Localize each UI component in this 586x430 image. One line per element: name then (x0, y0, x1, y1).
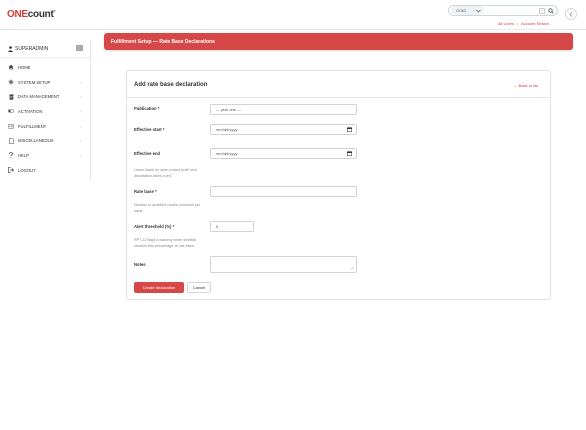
effective-start-date-input[interactable]: mm/dd/yyyy (210, 124, 357, 135)
create-declaration-button[interactable]: Create declaration (134, 282, 184, 293)
hamburger-icon (76, 45, 83, 51)
rate-base-help-text: Number of qualified copies promised per … (134, 203, 201, 213)
sidebar-toggle-button[interactable] (76, 45, 83, 51)
shortcut-key-hint: / (539, 7, 545, 14)
chevron-left-icon (569, 11, 573, 17)
sidebar-item-label: SYSTEM SETUP (18, 79, 51, 85)
publication-select-value: — pick one — (216, 107, 242, 112)
global-search: GOID / (448, 5, 558, 16)
calendar-icon[interactable] (347, 151, 352, 156)
search-icon (548, 7, 555, 14)
alert-threshold-input[interactable]: 5 (210, 221, 254, 232)
home-icon (8, 64, 14, 70)
sidebar-item-system-setup[interactable]: SYSTEM SETUP › (0, 75, 90, 90)
sidebar-user-name: SUPERADMIN (15, 46, 49, 52)
sidebar-item-label: MISCELLANEOUS (18, 138, 54, 144)
sidebar-item-help[interactable]: HELP › (0, 148, 90, 163)
effective-start-date-value: mm/dd/yyyy (216, 127, 238, 132)
alert-threshold-value: 5 (216, 224, 219, 229)
effective-start-label: Effective start * (134, 127, 165, 132)
sidebar-item-label: HELP (18, 152, 29, 158)
database-icon (8, 93, 14, 100)
search-type-select[interactable]: GOID (451, 6, 485, 15)
chevron-down-icon (476, 9, 481, 13)
effective-end-help-text: Leave blank for open-ended (until next d… (134, 168, 197, 178)
sidebar-item-label: ACTIVATION (18, 108, 43, 114)
sidebar-divider (0, 57, 90, 58)
sidebar-item-activation[interactable]: ACTIVATION › (0, 104, 90, 119)
effective-end-date-value: mm/dd/yyyy (216, 151, 238, 156)
sidebar-item-fulfillment[interactable]: FULFILLMENT › (0, 119, 90, 134)
chevron-right-icon: › (79, 123, 81, 129)
search-input[interactable] (484, 6, 540, 15)
toggle-icon (8, 108, 14, 114)
sidebar-item-label: FULFILLMENT (18, 123, 47, 129)
publication-select[interactable]: — pick one — (210, 104, 357, 115)
header-links: All Users | Account Search (498, 21, 549, 26)
card-header: Add rate base declaration ← Back to list (127, 71, 550, 98)
effective-end-date-input[interactable]: mm/dd/yyyy (210, 148, 357, 159)
sidebar-item-home[interactable]: HOME (0, 60, 90, 75)
sidebar-item-miscellaneous[interactable]: MISCELLANEOUS › (0, 133, 90, 148)
file-icon (8, 137, 14, 144)
page-title-bar: Fulfillment Setup — Rate Base Declaratio… (104, 33, 573, 50)
sidebar-user[interactable]: SUPERADMIN (8, 46, 48, 52)
cancel-button[interactable]: Cancel (187, 282, 211, 293)
sidebar: SUPERADMIN HOME SYSTEM SETUP › DATA MANA… (0, 40, 91, 180)
chevron-right-icon: › (79, 109, 81, 115)
sidebar-item-label: HOME (18, 64, 31, 70)
chevron-right-icon: › (79, 153, 81, 159)
sidebar-item-label: LOGOUT (18, 167, 36, 173)
sidebar-item-logout[interactable]: LOGOUT (0, 163, 90, 178)
calendar-icon[interactable] (347, 127, 352, 132)
app-logo[interactable]: ONEcount® (7, 9, 56, 20)
notes-textarea[interactable] (210, 256, 357, 273)
logo-count: count (27, 9, 54, 20)
chevron-right-icon: › (79, 138, 81, 144)
user-icon (8, 46, 13, 52)
logout-icon (8, 167, 14, 173)
top-bar: ONEcount® GOID / All Users | Account Searc… (0, 0, 586, 30)
notes-label: Notes (134, 262, 146, 267)
rate-base-input[interactable] (210, 186, 357, 197)
question-icon (8, 152, 14, 159)
sidebar-item-data-management[interactable]: DATA MANAGEMENT › (0, 89, 90, 104)
alert-threshold-help-text: RPT-12 flags a warning when shortfall re… (134, 238, 197, 248)
logo-trademark: ® (53, 9, 56, 13)
sidebar-item-label: DATA MANAGEMENT (18, 94, 60, 100)
id-card-icon (8, 123, 14, 129)
form-title: Add rate base declaration (134, 82, 208, 88)
publication-label: Publication * (134, 106, 160, 111)
search-type-value: GOID (456, 8, 467, 13)
effective-end-label: Effective end (134, 151, 161, 156)
search-button[interactable] (548, 7, 555, 15)
link-separator: | (517, 21, 519, 26)
sidebar-menu: HOME SYSTEM SETUP › DATA MANAGEMENT › AC… (0, 60, 90, 178)
alert-threshold-label: Alert threshold (%) * (134, 224, 175, 229)
logo-one: ONE (7, 9, 28, 20)
back-to-list-link[interactable]: ← Back to list (514, 83, 538, 88)
chevron-right-icon: › (79, 94, 81, 100)
all-users-link[interactable]: All Users (498, 21, 514, 26)
account-search-link[interactable]: Account Search (521, 21, 549, 26)
page-title: Fulfillment Setup — Rate Base Declaratio… (111, 38, 215, 45)
resize-grip-icon[interactable] (350, 266, 354, 270)
collapse-panel-button[interactable] (565, 8, 577, 20)
declaration-form-card: Add rate base declaration ← Back to list… (126, 70, 551, 300)
rate-base-label: Rate base * (134, 189, 157, 194)
gear-icon (8, 79, 14, 85)
chevron-right-icon: › (79, 79, 81, 85)
